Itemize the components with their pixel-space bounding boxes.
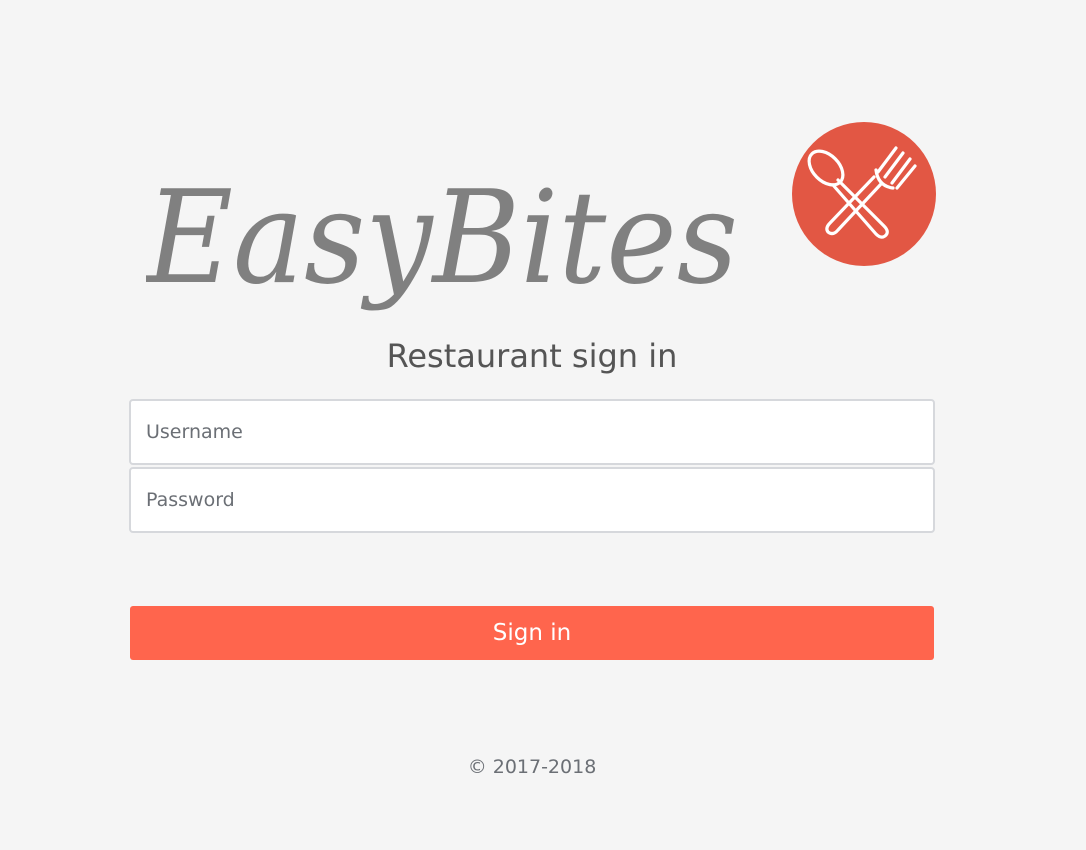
brand-logo-badge xyxy=(792,122,936,266)
brand-wordmark-text: EasyBites xyxy=(146,164,738,313)
username-input[interactable] xyxy=(129,399,935,465)
signin-page: EasyBites Restaurant sign in Sign in © 2… xyxy=(0,0,1086,850)
spoon-fork-icon xyxy=(807,146,917,239)
page-title: Restaurant sign in xyxy=(386,337,678,375)
password-input[interactable] xyxy=(129,467,935,533)
sign-in-button[interactable]: Sign in xyxy=(130,606,934,660)
brand-wordmark: EasyBites xyxy=(146,160,746,340)
footer-copyright: © 2017-2018 xyxy=(467,756,597,778)
